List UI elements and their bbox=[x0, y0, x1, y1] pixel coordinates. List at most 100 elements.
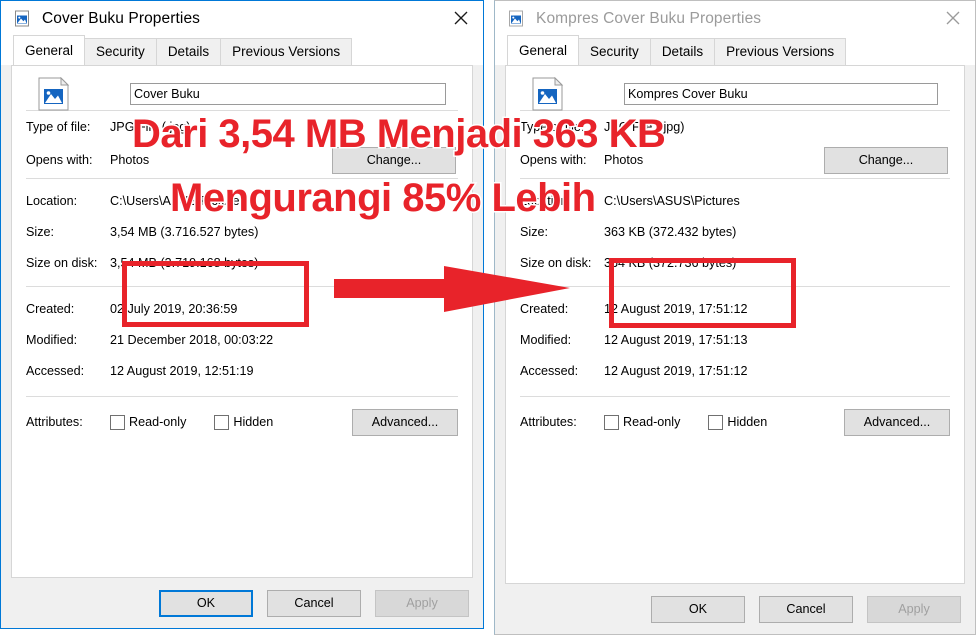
checkbox-hidden-right[interactable]: Hidden bbox=[708, 414, 768, 430]
checkbox-hidden-left[interactable]: Hidden bbox=[214, 414, 274, 430]
checkbox-box bbox=[214, 414, 230, 430]
checkbox-read-only-left[interactable]: Read-only bbox=[110, 414, 187, 430]
label-size-on-disk: Size on disk: bbox=[26, 255, 98, 270]
label-accessed: Accessed: bbox=[520, 363, 579, 378]
row-type-of-file-left: Type of file: JPG File (.jpg) bbox=[26, 111, 458, 142]
tab-previous-versions-right[interactable]: Previous Versions bbox=[714, 38, 847, 65]
attributes-section-left: Attributes: Read-only Hidden Advanced... bbox=[12, 397, 472, 439]
row-opens-with-right: Opens with: Photos Change... bbox=[520, 142, 950, 178]
window-title-right: Kompres Cover Buku Properties bbox=[536, 10, 762, 27]
picture-file-icon-large bbox=[38, 77, 70, 111]
label-attributes: Attributes: bbox=[520, 415, 577, 429]
details-section-1-right: Type of file: JPG File (.jpg) Opens with… bbox=[506, 111, 964, 178]
value-opens-with: Photos bbox=[110, 153, 150, 167]
title-bar-left: Cover Buku Properties bbox=[1, 1, 483, 37]
cancel-button-right[interactable]: Cancel bbox=[759, 595, 853, 623]
row-attributes-right: Attributes: Read-only Hidden Advanced... bbox=[520, 405, 950, 439]
value-accessed: 12 August 2019, 17:51:12 bbox=[604, 363, 748, 378]
checkbox-label-hidden: Hidden bbox=[233, 415, 274, 429]
row-modified-left: Modified: 21 December 2018, 00:03:22 bbox=[26, 324, 458, 355]
label-size: Size: bbox=[520, 224, 548, 239]
tab-general-left[interactable]: General bbox=[13, 35, 86, 65]
row-created-left: Created: 02 July 2019, 20:36:59 bbox=[26, 293, 458, 324]
value-type-of-file: JPG File (.jpg) bbox=[604, 119, 685, 134]
value-modified: 12 August 2019, 17:51:13 bbox=[604, 332, 748, 347]
value-size: 3,54 MB (3.716.527 bytes) bbox=[110, 224, 259, 239]
ok-button-right[interactable]: OK bbox=[651, 595, 745, 623]
picture-file-icon bbox=[509, 10, 523, 27]
value-location: C:\Users\ASUS\Pictures bbox=[604, 193, 740, 208]
tab-previous-versions-left[interactable]: Previous Versions bbox=[220, 38, 353, 65]
file-header-left: Cover Buku bbox=[12, 66, 472, 111]
ok-button-left[interactable]: OK bbox=[159, 589, 253, 617]
label-modified: Modified: bbox=[26, 332, 78, 347]
attributes-section-right: Attributes: Read-only Hidden Advanced... bbox=[506, 397, 964, 439]
label-location: Location: bbox=[520, 193, 572, 208]
value-size-on-disk: 364 KB (372.736 bytes) bbox=[604, 255, 737, 270]
label-size-on-disk: Size on disk: bbox=[520, 255, 592, 270]
tab-general-right[interactable]: General bbox=[507, 35, 580, 65]
tab-details-left[interactable]: Details bbox=[155, 38, 222, 65]
label-modified: Modified: bbox=[520, 332, 572, 347]
label-type-of-file: Type of file: bbox=[26, 119, 91, 134]
close-glyph bbox=[454, 11, 468, 25]
label-created: Created: bbox=[26, 301, 75, 316]
tab-security-left[interactable]: Security bbox=[84, 38, 157, 65]
button-bar-left: OK Cancel Apply bbox=[1, 578, 483, 628]
details-section-3-left: Created: 02 July 2019, 20:36:59 Modified… bbox=[12, 287, 472, 386]
value-type-of-file: JPG File (.jpg) bbox=[110, 119, 191, 134]
tab-strip-right: General Security Details Previous Versio… bbox=[495, 35, 975, 65]
properties-window-original: Cover Buku Properties General Security D… bbox=[0, 0, 484, 629]
file-name-field-right[interactable]: Kompres Cover Buku bbox=[624, 83, 938, 105]
picture-file-icon bbox=[15, 10, 29, 27]
value-modified: 21 December 2018, 00:03:22 bbox=[110, 332, 274, 347]
button-bar-right: OK Cancel Apply bbox=[495, 584, 975, 634]
checkbox-label-read-only: Read-only bbox=[129, 415, 187, 429]
label-size: Size: bbox=[26, 224, 54, 239]
row-accessed-right: Accessed: 12 August 2019, 17:51:12 bbox=[520, 355, 950, 386]
close-icon[interactable] bbox=[439, 1, 483, 35]
row-opens-with-left: Opens with: Photos Change... bbox=[26, 142, 458, 178]
apply-button-left[interactable]: Apply bbox=[375, 589, 469, 617]
tab-page-general-left: Cover Buku Type of file: JPG File (.jpg)… bbox=[11, 65, 473, 578]
checkbox-label-read-only: Read-only bbox=[623, 415, 681, 429]
file-header-right: Kompres Cover Buku bbox=[506, 66, 964, 111]
title-bar-right: Kompres Cover Buku Properties bbox=[495, 1, 975, 37]
label-opens-with: Opens with: bbox=[520, 153, 587, 167]
row-type-of-file-right: Type of file: JPG File (.jpg) bbox=[520, 111, 950, 142]
row-created-right: Created: 12 August 2019, 17:51:12 bbox=[520, 293, 950, 324]
label-accessed: Accessed: bbox=[26, 363, 85, 378]
row-accessed-left: Accessed: 12 August 2019, 12:51:19 bbox=[26, 355, 458, 386]
file-name-field-left[interactable]: Cover Buku bbox=[130, 83, 446, 105]
row-size-on-disk-left: Size on disk: 3,54 MB (3.719.168 bytes) bbox=[26, 247, 458, 278]
row-size-on-disk-right: Size on disk: 364 KB (372.736 bytes) bbox=[520, 247, 950, 278]
row-location-right: Location: C:\Users\ASUS\Pictures bbox=[520, 185, 950, 216]
tab-details-right[interactable]: Details bbox=[649, 38, 716, 65]
close-glyph bbox=[946, 11, 960, 25]
value-created: 12 August 2019, 17:51:12 bbox=[604, 301, 748, 316]
value-location: C:\Users\ASUS\Pictures bbox=[110, 193, 246, 208]
details-section-1-left: Type of file: JPG File (.jpg) Opens with… bbox=[12, 111, 472, 178]
advanced-button-right[interactable]: Advanced... bbox=[844, 408, 950, 436]
change-button-left[interactable]: Change... bbox=[332, 146, 456, 174]
close-icon[interactable] bbox=[931, 1, 975, 35]
checkbox-read-only-right[interactable]: Read-only bbox=[604, 414, 681, 430]
tab-strip-left: General Security Details Previous Versio… bbox=[1, 35, 483, 65]
picture-file-icon-large bbox=[532, 77, 564, 111]
advanced-button-left[interactable]: Advanced... bbox=[352, 408, 458, 436]
value-opens-with: Photos bbox=[604, 153, 644, 167]
window-title-left: Cover Buku Properties bbox=[42, 10, 201, 27]
label-attributes: Attributes: bbox=[26, 415, 83, 429]
change-button-right[interactable]: Change... bbox=[824, 146, 948, 174]
checkbox-box bbox=[110, 414, 125, 430]
details-section-2-right: Location: C:\Users\ASUS\Pictures Size: 3… bbox=[506, 179, 964, 278]
cancel-button-left[interactable]: Cancel bbox=[267, 589, 361, 617]
tab-security-right[interactable]: Security bbox=[578, 38, 651, 65]
checkbox-label-hidden: Hidden bbox=[727, 415, 768, 429]
row-size-left: Size: 3,54 MB (3.716.527 bytes) bbox=[26, 216, 458, 247]
apply-button-right[interactable]: Apply bbox=[867, 595, 961, 623]
properties-window-compressed: Kompres Cover Buku Properties General Se… bbox=[494, 0, 976, 635]
details-section-2-left: Location: C:\Users\ASUS\Pictures Size: 3… bbox=[12, 179, 472, 278]
row-modified-right: Modified: 12 August 2019, 17:51:13 bbox=[520, 324, 950, 355]
label-location: Location: bbox=[26, 193, 78, 208]
